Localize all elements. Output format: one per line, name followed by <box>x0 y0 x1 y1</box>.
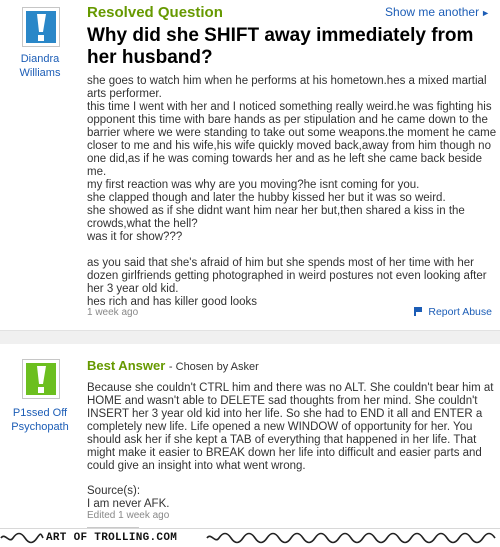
show-another-link[interactable]: Show me another ► <box>385 5 490 19</box>
watermark-bar: ART OF TROLLING.COM <box>0 528 500 547</box>
squiggle-left-icon <box>0 532 44 544</box>
question-body: she goes to watch him when he performs a… <box>87 75 497 308</box>
show-another-label: Show me another <box>385 5 480 19</box>
sources-label: Source(s): <box>87 485 141 497</box>
answerer-name[interactable]: P1ssed Off Psychopath <box>0 406 80 434</box>
best-answer-heading: Best Answer - Chosen by Asker <box>87 358 259 373</box>
watermark-text: ART OF TROLLING.COM <box>46 532 178 544</box>
answer-sources: Source(s): I am never AFK. <box>87 485 169 511</box>
exclamation-avatar-icon <box>26 11 56 43</box>
chosen-by-asker: - Chosen by Asker <box>168 361 259 373</box>
question-time: 1 week ago <box>87 307 139 318</box>
chevron-right-icon: ► <box>481 8 490 18</box>
answer-body: Because she couldn't CTRL him and there … <box>87 382 497 472</box>
report-abuse-link[interactable]: Report Abuse <box>414 306 492 318</box>
report-abuse-label: Report Abuse <box>428 306 492 318</box>
flag-icon <box>414 307 424 316</box>
best-answer-label: Best Answer <box>87 358 166 373</box>
asker-avatar[interactable] <box>22 7 60 47</box>
section-divider <box>0 330 500 345</box>
question-panel: Diandra Williams Resolved Question Show … <box>0 0 500 330</box>
answerer-avatar[interactable] <box>22 359 60 399</box>
resolved-status: Resolved Question <box>87 4 223 21</box>
asker-name[interactable]: Diandra Williams <box>0 52 80 80</box>
edited-time: Edited 1 week ago <box>87 510 170 521</box>
squiggle-right-icon <box>206 532 496 544</box>
question-title: Why did she SHIFT away immediately from … <box>87 25 474 68</box>
exclamation-avatar-icon <box>26 363 56 395</box>
